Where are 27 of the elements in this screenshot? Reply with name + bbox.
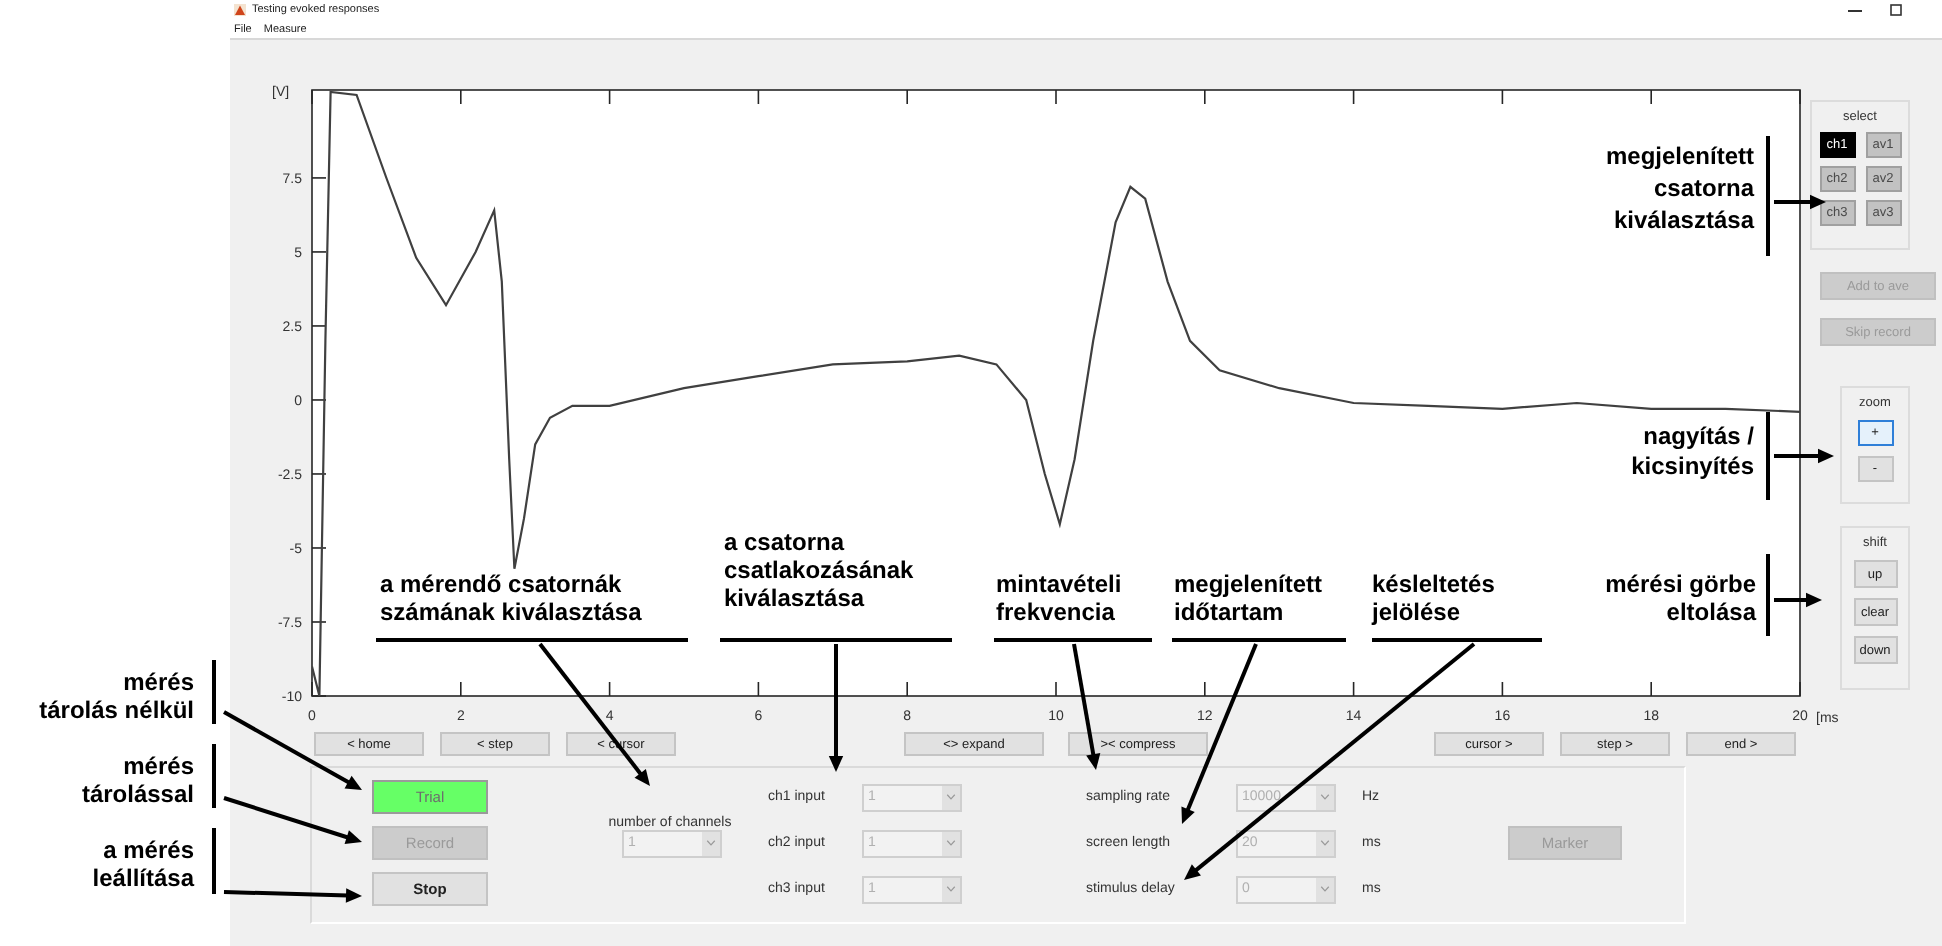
annotation-text: megjelenített időtartam	[1174, 570, 1323, 626]
annotation-text: mintavételi frekvencia	[996, 570, 1122, 626]
chevron-icon	[946, 840, 956, 846]
chevron-icon	[946, 886, 956, 892]
annotation-text: késleltetés jelölése	[1372, 570, 1495, 626]
leader-arrow	[223, 796, 362, 844]
maximize-icon[interactable]	[1890, 4, 1902, 16]
minimize-icon[interactable]	[1848, 9, 1862, 11]
annotation-text: nagyítás / kicsinyítés	[1631, 422, 1754, 482]
leader-arrow	[1774, 592, 1822, 608]
annotation-text: megjelenített csatorna kiválasztása	[1605, 140, 1754, 236]
chevron-icon	[946, 794, 956, 800]
annotation-text: a mérés leállítása	[92, 836, 194, 892]
chevron-icon	[1320, 840, 1330, 846]
annotation-text: a csatorna csatlakozásának kiválasztása	[724, 528, 914, 612]
leader-arrow	[223, 888, 362, 903]
annotation-text: a mérendő csatornák számának kiválasztása	[380, 570, 642, 626]
leader-arrow	[223, 710, 362, 790]
leader-arrow	[1774, 194, 1826, 210]
annotation-text: mérés tárolás nélkül	[39, 668, 194, 724]
annotation-text: mérési görbe eltolása	[1605, 570, 1756, 626]
annotation-text: mérés tárolással	[81, 752, 194, 808]
chevron-icon	[1320, 794, 1330, 800]
leader-arrow	[1774, 448, 1834, 464]
chevron-icon	[1320, 886, 1330, 892]
chevron-icon	[706, 840, 716, 846]
app-icon	[234, 4, 246, 16]
